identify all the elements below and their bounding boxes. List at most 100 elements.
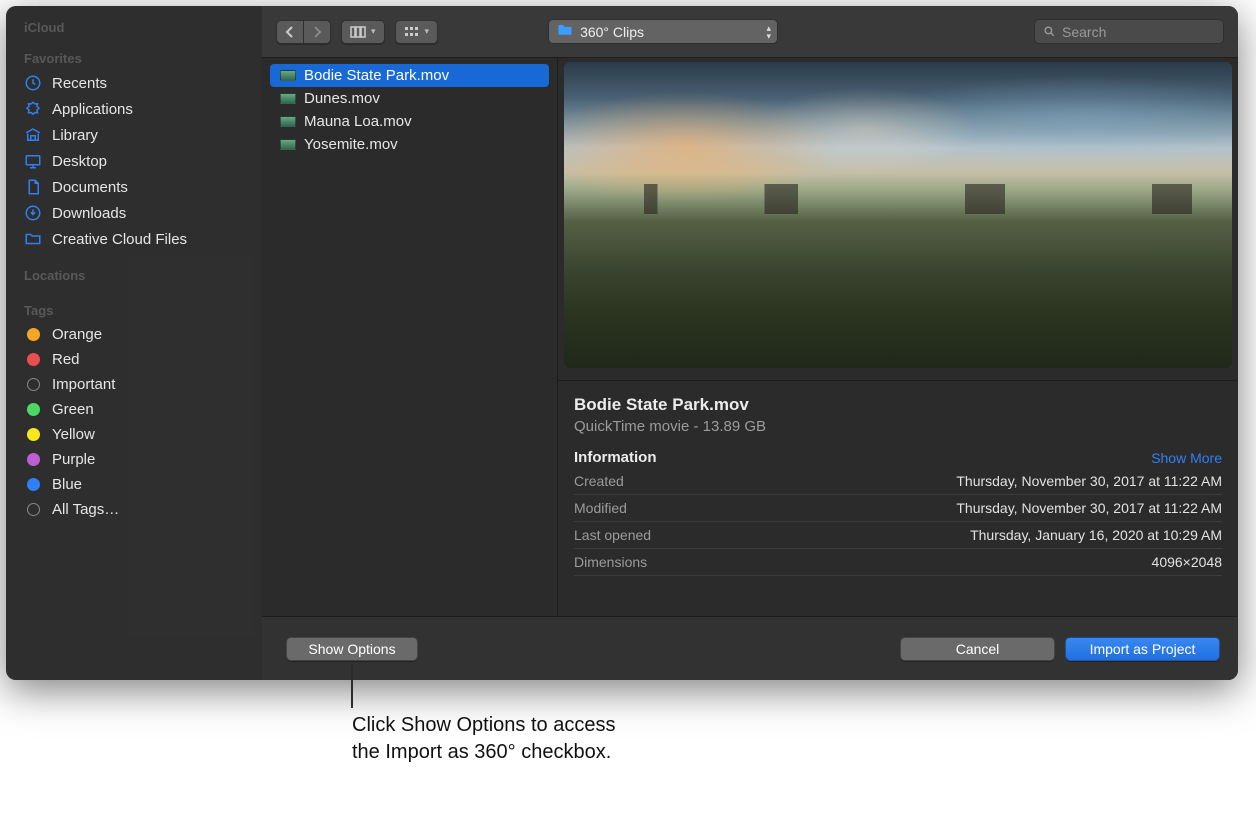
- file-row[interactable]: Bodie State Park.mov: [270, 64, 549, 87]
- sidebar-item-creative-cloud[interactable]: Creative Cloud Files: [6, 226, 262, 252]
- preview-subtitle: QuickTime movie - 13.89 GB: [574, 418, 1222, 435]
- info-value: 4096×2048: [720, 549, 1222, 576]
- toolbar: ▾ ▾ 360° Clips ▴▾ Search: [262, 6, 1238, 58]
- file-row[interactable]: Mauna Loa.mov: [270, 110, 549, 133]
- file-label: Bodie State Park.mov: [304, 67, 449, 84]
- sidebar-item-label: Orange: [52, 326, 102, 343]
- sidebar-tag-purple[interactable]: Purple: [6, 447, 262, 472]
- tag-dot-icon: [24, 478, 42, 491]
- info-value: Thursday, November 30, 2017 at 11:22 AM: [720, 468, 1222, 495]
- sidebar: iCloud Favorites Recents Applications Li…: [6, 6, 262, 680]
- sidebar-item-recents[interactable]: Recents: [6, 70, 262, 96]
- downloads-icon: [24, 204, 42, 222]
- sidebar-item-label: Yellow: [52, 426, 95, 443]
- sidebar-item-label: Red: [52, 351, 80, 368]
- sidebar-item-label: Important: [52, 376, 115, 393]
- sidebar-section-locations: Locations: [6, 262, 262, 287]
- preview-title: Bodie State Park.mov: [574, 395, 1222, 415]
- desktop-icon: [24, 152, 42, 170]
- info-table: CreatedThursday, November 30, 2017 at 11…: [574, 468, 1222, 576]
- file-row[interactable]: Yosemite.mov: [270, 133, 549, 156]
- sidebar-item-documents[interactable]: Documents: [6, 174, 262, 200]
- sidebar-item-label: Applications: [52, 101, 133, 118]
- file-row[interactable]: Dunes.mov: [270, 87, 549, 110]
- info-key: Dimensions: [574, 549, 720, 576]
- info-value: Thursday, January 16, 2020 at 10:29 AM: [720, 522, 1222, 549]
- finder-open-dialog: iCloud Favorites Recents Applications Li…: [6, 6, 1238, 680]
- info-value: Thursday, November 30, 2017 at 11:22 AM: [720, 495, 1222, 522]
- sidebar-item-applications[interactable]: Applications: [6, 96, 262, 122]
- sidebar-item-label: Documents: [52, 179, 128, 196]
- show-more-link[interactable]: Show More: [1151, 450, 1222, 466]
- sidebar-section-favorites: Favorites: [6, 45, 262, 70]
- sidebar-item-label: All Tags…: [52, 501, 119, 518]
- dialog-footer: Show Options Cancel Import as Project: [262, 616, 1238, 680]
- chevron-down-icon: ▾: [371, 26, 376, 37]
- forward-button[interactable]: [303, 20, 331, 44]
- view-mode-button[interactable]: ▾: [341, 20, 385, 44]
- tag-dot-icon: [24, 453, 42, 466]
- folder-icon: [24, 230, 42, 248]
- search-placeholder: Search: [1062, 24, 1106, 40]
- preview-panel: Bodie State Park.mov QuickTime movie - 1…: [558, 58, 1238, 616]
- sidebar-section-tags: Tags: [6, 297, 262, 322]
- preview-thumbnail: [564, 62, 1232, 368]
- sidebar-item-label: Creative Cloud Files: [52, 231, 187, 248]
- applications-icon: [24, 100, 42, 118]
- callout-annotation: Click Show Options to access the Import …: [352, 712, 632, 766]
- sidebar-item-downloads[interactable]: Downloads: [6, 200, 262, 226]
- info-row: Last openedThursday, January 16, 2020 at…: [574, 522, 1222, 549]
- back-button[interactable]: [276, 20, 303, 44]
- import-button[interactable]: Import as Project: [1065, 637, 1220, 661]
- tag-dot-icon: [24, 378, 42, 391]
- library-icon: [24, 126, 42, 144]
- updown-icon: ▴▾: [767, 24, 772, 40]
- movie-thumb-icon: [280, 70, 296, 81]
- info-key: Last opened: [574, 522, 720, 549]
- clock-icon: [24, 74, 42, 92]
- movie-thumb-icon: [280, 139, 296, 150]
- sidebar-item-label: Library: [52, 127, 98, 144]
- tag-dot-icon: [24, 403, 42, 416]
- main-panel: ▾ ▾ 360° Clips ▴▾ Search Bodie State Par…: [262, 6, 1238, 680]
- tag-dot-icon: [24, 353, 42, 366]
- sidebar-item-label: Green: [52, 401, 94, 418]
- search-icon: [1043, 25, 1056, 38]
- file-label: Mauna Loa.mov: [304, 113, 412, 130]
- info-heading: Information: [574, 449, 657, 466]
- callout-leader-line: [351, 664, 353, 708]
- info-row: CreatedThursday, November 30, 2017 at 11…: [574, 468, 1222, 495]
- sidebar-item-library[interactable]: Library: [6, 122, 262, 148]
- sidebar-item-desktop[interactable]: Desktop: [6, 148, 262, 174]
- tag-dot-icon: [24, 503, 42, 516]
- folder-path-select[interactable]: 360° Clips ▴▾: [548, 19, 778, 44]
- sidebar-item-label: Blue: [52, 476, 82, 493]
- cancel-button[interactable]: Cancel: [900, 637, 1055, 661]
- nav-back-forward: [276, 20, 331, 44]
- tag-dot-icon: [24, 328, 42, 341]
- sidebar-item-label: Downloads: [52, 205, 126, 222]
- movie-thumb-icon: [280, 116, 296, 127]
- sidebar-tag-red[interactable]: Red: [6, 347, 262, 372]
- file-label: Dunes.mov: [304, 90, 380, 107]
- sidebar-tag-yellow[interactable]: Yellow: [6, 422, 262, 447]
- show-options-button[interactable]: Show Options: [286, 637, 418, 661]
- movie-thumb-icon: [280, 93, 296, 104]
- info-row: Dimensions4096×2048: [574, 549, 1222, 576]
- content-area: Bodie State Park.mov Dunes.mov Mauna Loa.m…: [262, 58, 1238, 616]
- search-input[interactable]: Search: [1034, 19, 1224, 44]
- sidebar-item-label: Recents: [52, 75, 107, 92]
- file-list[interactable]: Bodie State Park.mov Dunes.mov Mauna Loa.m…: [262, 58, 558, 616]
- sidebar-section-icloud: iCloud: [6, 14, 262, 39]
- sidebar-tag-all-tags-[interactable]: All Tags…: [6, 497, 262, 522]
- sidebar-tag-important[interactable]: Important: [6, 372, 262, 397]
- sidebar-tag-orange[interactable]: Orange: [6, 322, 262, 347]
- sidebar-tag-blue[interactable]: Blue: [6, 472, 262, 497]
- sidebar-item-label: Desktop: [52, 153, 107, 170]
- arrange-button[interactable]: ▾: [395, 20, 439, 44]
- document-icon: [24, 178, 42, 196]
- folder-path-label: 360° Clips: [580, 24, 644, 40]
- sidebar-tag-green[interactable]: Green: [6, 397, 262, 422]
- folder-icon: [557, 23, 573, 40]
- sidebar-item-label: Purple: [52, 451, 95, 468]
